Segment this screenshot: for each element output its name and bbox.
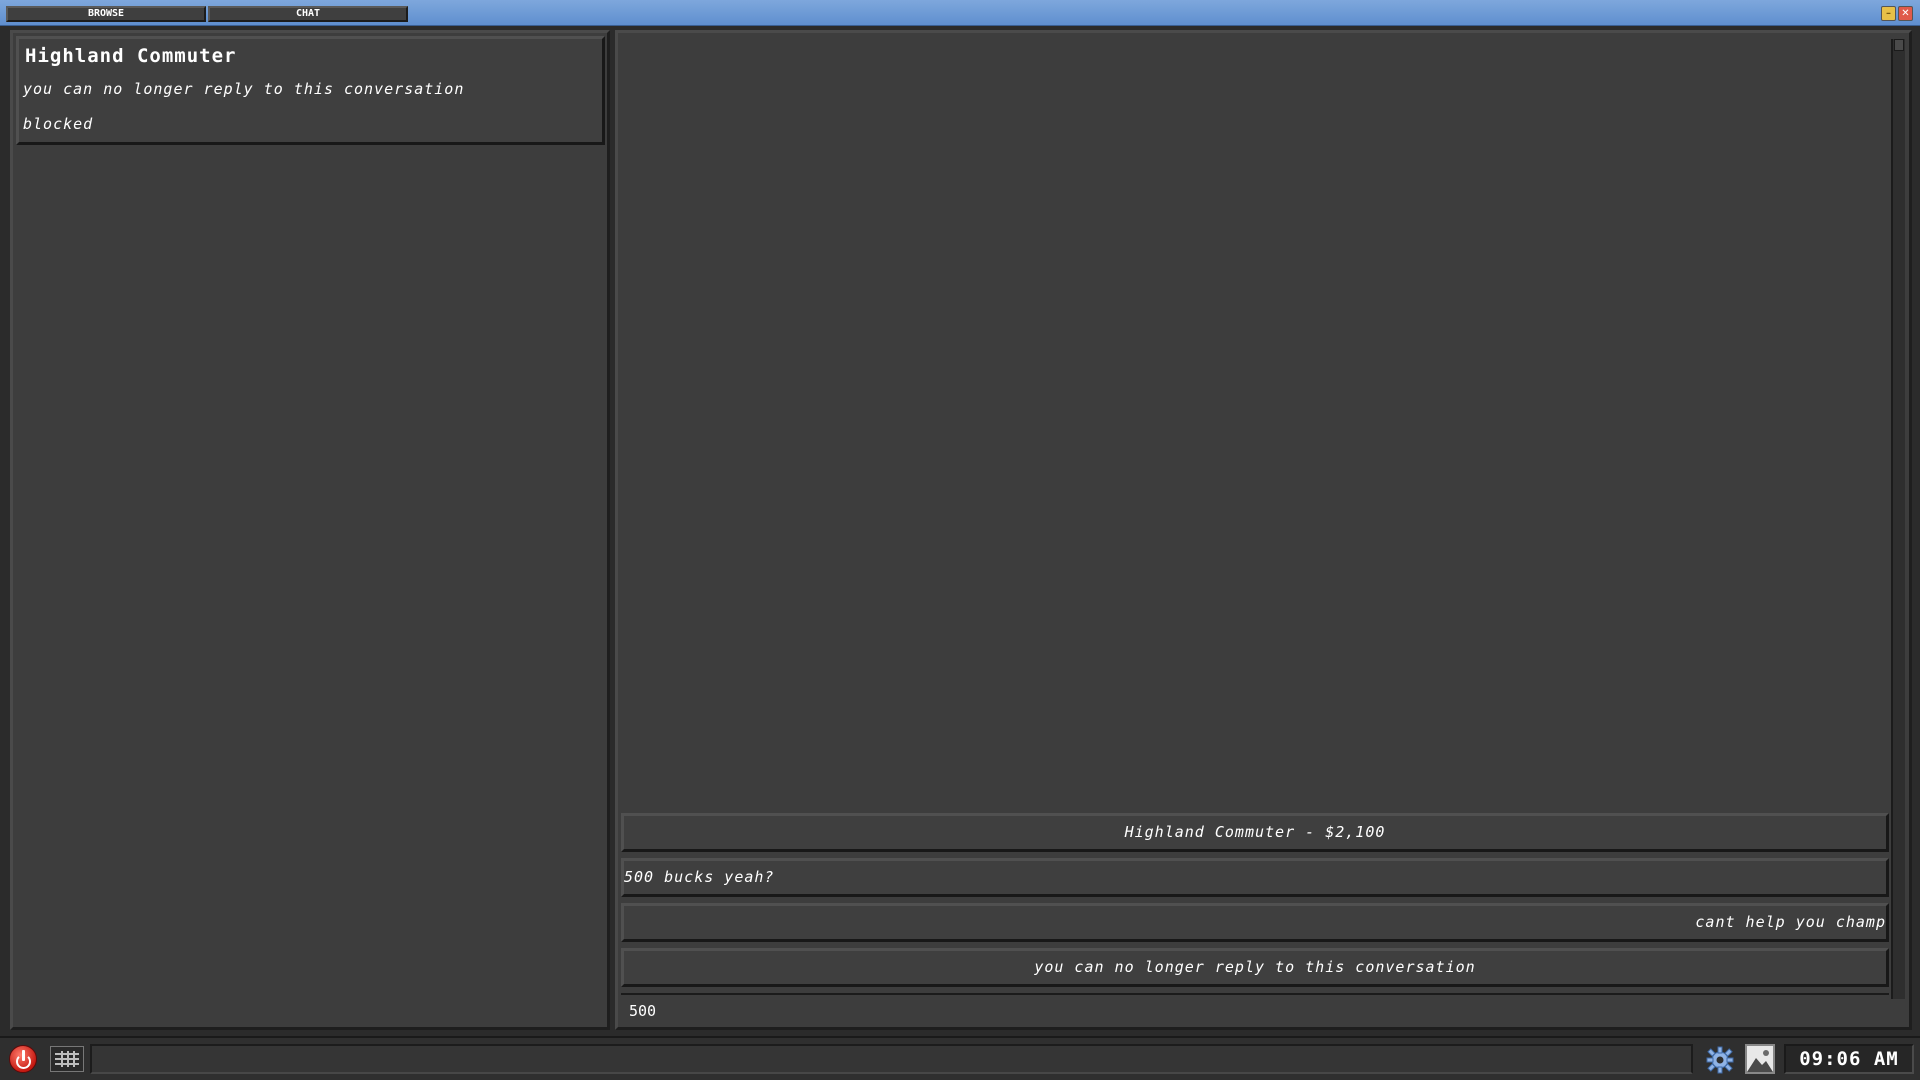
close-icon: ✕ — [1901, 8, 1910, 19]
gear-icon — [1706, 1046, 1734, 1074]
chat-scrollbar[interactable] — [1891, 39, 1905, 999]
clock: 09:06 AM — [1784, 1044, 1914, 1074]
chat-listing-header: Highland Commuter - $2,100 — [621, 813, 1889, 852]
chat-panel: Highland Commuter - $2,100 500 bucks yea… — [615, 30, 1912, 1030]
conversation-item[interactable]: Highland Commuter you can no longer repl… — [16, 36, 605, 145]
chat-message-received: cant help you champ — [621, 903, 1889, 942]
minimize-icon: – — [1886, 8, 1891, 19]
conversation-status: blocked — [23, 115, 94, 133]
tab-chat[interactable]: CHAT — [208, 6, 408, 22]
title-bar: BROWSE CHAT – ✕ — [0, 0, 1920, 26]
conversation-title: Highland Commuter — [25, 45, 237, 67]
taskbar: 09:06 AM — [0, 1036, 1920, 1080]
settings-button[interactable] — [1706, 1046, 1734, 1074]
conversation-snippet: you can no longer reply to this conversa… — [23, 80, 465, 98]
reply-input[interactable] — [621, 993, 1889, 1027]
power-button[interactable] — [9, 1045, 37, 1073]
scrollbar-thumb[interactable] — [1894, 39, 1904, 51]
chat-message-sent: 500 bucks yeah? — [621, 858, 1889, 897]
tab-browse[interactable]: BROWSE — [6, 6, 206, 22]
conversation-list-panel: Highland Commuter you can no longer repl… — [10, 30, 610, 1030]
taskbar-window-strip — [90, 1044, 1693, 1074]
chat-system-message: you can no longer reply to this conversa… — [621, 948, 1889, 987]
wallpaper-button[interactable] — [1745, 1044, 1775, 1074]
image-icon — [1747, 1046, 1773, 1072]
close-button[interactable]: ✕ — [1898, 6, 1913, 21]
minimize-button[interactable]: – — [1881, 6, 1896, 21]
grid-button[interactable] — [50, 1046, 84, 1072]
